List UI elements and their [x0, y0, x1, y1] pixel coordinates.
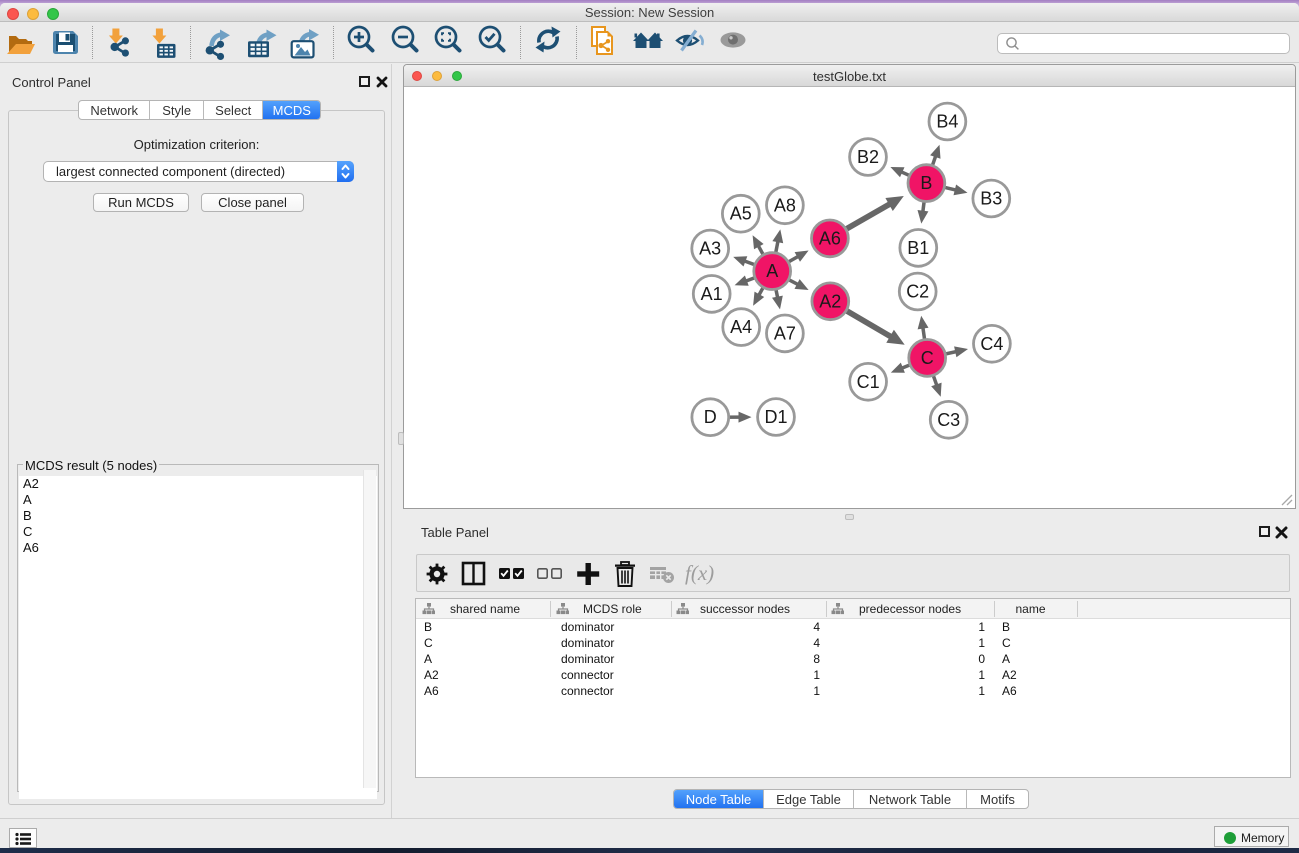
svg-text:A3: A3	[699, 239, 721, 259]
svg-text:A7: A7	[774, 323, 796, 343]
svg-text:C3: C3	[937, 410, 960, 430]
svg-text:C4: C4	[980, 334, 1003, 354]
svg-text:D: D	[704, 407, 717, 427]
svg-text:C2: C2	[906, 282, 929, 302]
svg-text:A4: A4	[730, 317, 752, 337]
svg-text:B3: B3	[980, 189, 1002, 209]
svg-text:A6: A6	[819, 228, 841, 248]
svg-text:D1: D1	[764, 407, 787, 427]
svg-text:B1: B1	[907, 238, 929, 258]
svg-text:B2: B2	[857, 147, 879, 167]
svg-text:C1: C1	[857, 372, 880, 392]
svg-text:A2: A2	[819, 291, 841, 311]
svg-text:B4: B4	[936, 112, 958, 132]
svg-text:A1: A1	[701, 284, 723, 304]
svg-text:A8: A8	[774, 195, 796, 215]
svg-text:A: A	[766, 261, 778, 281]
svg-text:C: C	[921, 348, 934, 368]
svg-text:B: B	[920, 173, 932, 193]
svg-text:A5: A5	[730, 204, 752, 224]
